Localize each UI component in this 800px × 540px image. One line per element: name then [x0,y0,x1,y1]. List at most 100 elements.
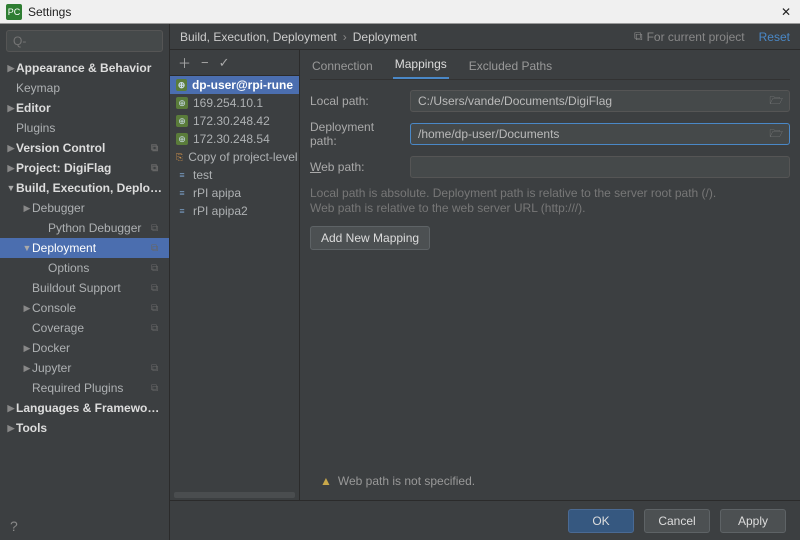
server-item-label: 172.30.248.54 [193,132,270,146]
scope-icon: ⧉ [151,223,163,234]
local-path-input[interactable] [415,94,767,108]
tree-item-label: Plugins [16,121,163,135]
server-panel: ＋ − ✓ ⊕dp-user@rpi-rune ⊕ 169.254.10.1 ⊕ 172… [170,50,300,500]
expand-icon: ▶ [6,63,16,74]
web-path-field[interactable] [410,156,790,178]
tab-connection[interactable]: Connection [310,53,375,79]
expand-icon: ▶ [6,163,16,174]
settings-sidebar: ▶Appearance & BehaviorKeymap▶EditorPlugi… [0,24,170,540]
add-mapping-button[interactable]: Add New Mapping [310,226,430,250]
settings-tree: ▶Appearance & BehaviorKeymap▶EditorPlugi… [0,58,169,512]
tree-item-label: Languages & Frameworks [16,401,163,415]
tree-item[interactable]: Coverage⧉ [0,318,169,338]
tree-item[interactable]: ▶Jupyter⧉ [0,358,169,378]
scope-icon: ⧉ [151,383,163,394]
tree-item[interactable]: Keymap [0,78,169,98]
check-icon[interactable]: ✓ [219,55,230,71]
warning-bar: ▲ Web path is not specified. [310,470,790,492]
dialog-footer: OK Cancel Apply [170,500,800,540]
expand-icon: ▼ [22,243,32,253]
tree-item-label: Keymap [16,81,163,95]
tree-item-label: Debugger [32,201,163,215]
tree-item[interactable]: Plugins [0,118,169,138]
tab-excluded[interactable]: Excluded Paths [467,53,554,79]
tree-item[interactable]: Required Plugins⧉ [0,378,169,398]
server-item-label: rPI apipa [193,186,241,200]
file-icon: ≡ [176,205,188,217]
titlebar: PC Settings ✕ [0,0,800,24]
deployment-path-field[interactable]: 🗁 [410,123,790,145]
apply-button[interactable]: Apply [720,509,786,533]
server-item[interactable]: ≡ test [170,166,299,184]
warning-icon: ▲ [320,474,332,488]
tree-item-label: Version Control [16,141,151,155]
breadcrumb-item: Deployment [353,30,417,44]
scope-icon: ⧉ [151,243,163,254]
tree-item[interactable]: ▶Appearance & Behavior [0,58,169,78]
tree-item-label: Tools [16,421,163,435]
tree-item-label: Jupyter [32,361,151,375]
tree-item-label: Editor [16,101,163,115]
tree-item[interactable]: ▼Deployment⧉ [0,238,169,258]
tree-item-label: Required Plugins [32,381,151,395]
tabs: Connection Mappings Excluded Paths [310,50,790,80]
server-item[interactable]: ⊕ 172.30.248.42 [170,112,299,130]
cancel-button[interactable]: Cancel [644,509,710,533]
deployment-path-input[interactable] [415,127,767,141]
scope-icon: ⧉ [151,283,163,294]
server-item[interactable]: ⊕ 172.30.248.54 [170,130,299,148]
server-item[interactable]: ≡rPI apipa [170,184,299,202]
close-icon[interactable]: ✕ [778,4,794,20]
web-path-input[interactable] [415,160,785,174]
tree-item[interactable]: ▶Version Control⧉ [0,138,169,158]
expand-icon: ▶ [22,203,32,214]
remove-server-icon[interactable]: − [201,55,209,70]
copy-icon: ⎘ [176,151,183,163]
server-item[interactable]: ⎘Copy of project-level serv [170,148,299,166]
app-icon: PC [6,4,22,20]
server-item-label: 169.254.10.1 [193,96,263,110]
tree-item[interactable]: ▶Languages & Frameworks [0,398,169,418]
breadcrumb-item[interactable]: Build, Execution, Deployment [180,30,337,44]
expand-icon: ▶ [6,403,16,414]
scope-icon: ⧉ [151,323,163,334]
server-item[interactable]: ≡rPI apipa2 [170,202,299,220]
tab-mappings[interactable]: Mappings [393,51,449,79]
search-input[interactable] [6,30,163,52]
web-icon: ⊕ [176,115,188,127]
tree-item-label: Console [32,301,151,315]
tree-item-label: Python Debugger [48,221,151,235]
scope-icon: ⧉ [151,143,163,154]
local-path-field[interactable]: 🗁 [410,90,790,112]
ok-button[interactable]: OK [568,509,634,533]
tree-item[interactable]: ▶Docker [0,338,169,358]
tree-item[interactable]: ▶Debugger [0,198,169,218]
server-item[interactable]: ⊕ 169.254.10.1 [170,94,299,112]
tree-item[interactable]: ▶Console⧉ [0,298,169,318]
server-item[interactable]: ⊕dp-user@rpi-rune [170,76,299,94]
folder-icon[interactable]: 🗁 [767,125,785,144]
server-item-label: 172.30.248.42 [193,114,270,128]
tree-item-label: Build, Execution, Deployment [16,181,163,195]
tree-item[interactable]: ▶Project: DigiFlag⧉ [0,158,169,178]
tree-item[interactable]: Options⧉ [0,258,169,278]
tree-item-label: Coverage [32,321,151,335]
tree-item[interactable]: ▶Editor [0,98,169,118]
expand-icon: ▶ [6,143,16,154]
server-item-label: test [193,168,212,182]
scrollbar[interactable] [174,492,295,498]
tree-item[interactable]: ▶Tools [0,418,169,438]
tree-item[interactable]: Buildout Support⧉ [0,278,169,298]
help-icon[interactable]: ? [0,512,169,540]
folder-icon[interactable]: 🗁 [767,92,785,111]
search-box [0,24,169,58]
web-icon: ⊕ [176,133,188,145]
web-icon: ⊕ [176,97,188,109]
tree-item[interactable]: Python Debugger⧉ [0,218,169,238]
scope-icon: ⧉ [151,163,163,174]
tree-item[interactable]: ▼Build, Execution, Deployment [0,178,169,198]
expand-icon: ▶ [22,303,32,314]
add-server-icon[interactable]: ＋ [178,53,191,72]
reset-link[interactable]: Reset [759,30,790,44]
file-icon: ≡ [176,169,188,181]
